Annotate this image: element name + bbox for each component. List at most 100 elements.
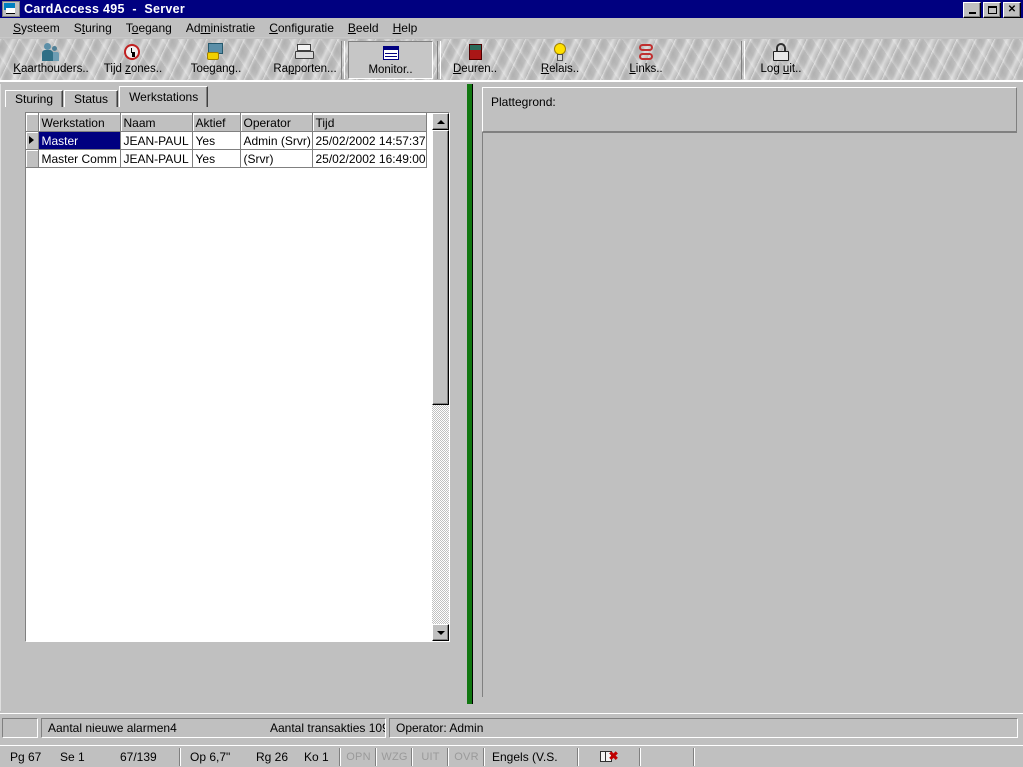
page-of-total: 67/139: [120, 749, 157, 764]
toolbar-button-links[interactable]: Links..: [614, 41, 678, 79]
splitter-bar[interactable]: [467, 84, 473, 704]
workstations-grid[interactable]: Werkstation Naam Aktief Operator Tijd Master J…: [25, 112, 450, 642]
spellcheck-book-icon: ✖: [599, 750, 620, 764]
mode-wzg[interactable]: WZG: [378, 747, 412, 766]
tab-label: Werkstations: [129, 90, 199, 104]
status-blank-segment: [642, 747, 694, 766]
cell-tijd[interactable]: 25/02/2002 16:49:00: [312, 149, 427, 168]
toolbar-button-label: Toegang..: [190, 63, 242, 75]
row-selector[interactable]: [26, 149, 39, 168]
plattegrond-label: Plattegrond:: [491, 95, 556, 109]
page-number: Pg 67: [10, 749, 42, 764]
window-controls: ✕: [963, 2, 1021, 18]
tab-werkstations[interactable]: Werkstations: [119, 86, 209, 107]
column-header-werkstation[interactable]: Werkstation: [38, 113, 121, 132]
table-row[interactable]: Master JEAN-PAUL Yes Admin (Srvr) 25/02/2002…: [26, 131, 427, 150]
cell-naam[interactable]: JEAN-PAUL: [120, 131, 193, 150]
language-indicator[interactable]: Engels (V.S.: [486, 747, 578, 766]
toolbar-button-label: Kaarthouders..: [13, 63, 89, 75]
toolbar-button-kaarthouders[interactable]: Kaarthouders..: [6, 41, 96, 79]
column-header-tijd[interactable]: Tijd: [312, 113, 427, 132]
vertical-position: Op 6,7": [190, 749, 231, 764]
menu-item-toegang[interactable]: Toegang: [119, 20, 179, 36]
menu-item-configuratie[interactable]: Configuratie: [262, 20, 341, 36]
key-icon: [205, 43, 227, 62]
page-navigation-group: Pg 67 Se 1 67/139: [0, 747, 180, 766]
toolbar-button-monitor[interactable]: Monitor..: [348, 41, 433, 79]
pane-splitter[interactable]: [466, 84, 474, 711]
menu-item-administratie[interactable]: Administratie: [179, 20, 262, 36]
toolbar-button-relais[interactable]: Relais..: [527, 41, 593, 79]
cell-tijd[interactable]: 25/02/2002 14:57:37: [312, 131, 427, 150]
title-bar: CardAccess 495 - Server ✕: [0, 0, 1023, 18]
cell-naam[interactable]: JEAN-PAUL: [120, 149, 193, 168]
document-status-bar: Pg 67 Se 1 67/139 Op 6,7" Rg 26 Ko 1 OPN…: [0, 745, 1023, 767]
tab-label: Status: [74, 92, 109, 106]
links-icon: [635, 43, 657, 62]
tab-strip: Sturing Status Werkstations: [5, 86, 209, 107]
workstations-table: Werkstation Naam Aktief Operator Tijd Master J…: [26, 113, 427, 168]
application-window: CardAccess 495 - Server ✕ Systeem Sturing…: [0, 0, 1023, 767]
printer-icon: [294, 43, 316, 62]
mode-ovr[interactable]: OVR: [450, 747, 484, 766]
scroll-down-icon[interactable]: [432, 624, 449, 641]
toolbar-button-label: Log uit..: [760, 63, 802, 75]
close-icon: ✕: [1007, 3, 1017, 15]
toolbar-button-label: Rapporten...: [273, 63, 337, 75]
column-header-operator[interactable]: Operator: [240, 113, 313, 132]
close-button[interactable]: ✕: [1003, 2, 1021, 18]
scroll-up-icon[interactable]: [432, 113, 449, 130]
menu-bar: Systeem Sturing Toegang Administratie Config…: [0, 18, 1023, 38]
operator-label: Operator: Admin: [396, 720, 484, 735]
mode-uit[interactable]: UIT: [414, 747, 448, 766]
grid-corner-header: [26, 113, 39, 132]
toolbar-button-deuren[interactable]: Deuren..: [440, 41, 510, 79]
toolbar-button-label: Relais..: [540, 63, 580, 75]
clock-icon: [122, 43, 144, 62]
plattegrond-canvas[interactable]: [482, 132, 1017, 697]
status-panel-blank: [2, 717, 38, 738]
grid-vertical-scrollbar[interactable]: [432, 113, 449, 641]
status-panel-counts: Aantal nieuwe alarmen4 Aantal transaktie…: [41, 717, 386, 738]
door-icon: [464, 43, 486, 62]
toolbar-button-toegang[interactable]: Toegang..: [178, 41, 254, 79]
cell-werkstation[interactable]: Master Comm: [38, 149, 121, 168]
cell-operator[interactable]: (Srvr): [240, 149, 313, 168]
cell-werkstation[interactable]: Master: [38, 131, 121, 150]
tab-status[interactable]: Status: [64, 90, 119, 107]
cell-operator[interactable]: Admin (Srvr): [240, 131, 313, 150]
menu-item-beeld[interactable]: Beeld: [341, 20, 386, 36]
plattegrond-group: Plattegrond:: [482, 87, 1017, 132]
menu-item-help[interactable]: Help: [386, 20, 425, 36]
menu-item-sturing[interactable]: Sturing: [67, 20, 119, 36]
column-header-aktief[interactable]: Aktief: [192, 113, 241, 132]
tab-sturing[interactable]: Sturing: [5, 90, 64, 107]
toolbar-button-label: Tijd zones..: [103, 63, 163, 75]
menu-item-systeem[interactable]: Systeem: [6, 20, 67, 36]
scrollbar-thumb[interactable]: [432, 130, 449, 405]
bulb-icon: [549, 43, 571, 62]
row-selector[interactable]: [26, 131, 39, 150]
toolbar-button-rapporten[interactable]: Rapporten...: [264, 41, 346, 79]
status-fill-segment: [696, 748, 1021, 766]
toolbar-button-label: Links..: [629, 63, 663, 75]
mode-opn[interactable]: OPN: [342, 747, 376, 766]
window-title: CardAccess 495 - Server: [24, 2, 186, 16]
lock-icon: [770, 43, 792, 62]
table-row[interactable]: Master Comm JEAN-PAUL Yes (Srvr) 25/02/2002 …: [26, 149, 427, 168]
left-pane: Sturing Status Werkstations Werkstation Naa…: [0, 84, 467, 711]
maximize-restore-button[interactable]: [983, 2, 1001, 18]
minimize-button[interactable]: [963, 2, 981, 18]
transaction-count-label: Aantal transakties 109: [270, 720, 386, 735]
column-header-naam[interactable]: Naam: [120, 113, 193, 132]
column-number: Ko 1: [304, 749, 329, 764]
cell-aktief[interactable]: Yes: [192, 149, 241, 168]
spellcheck-icon[interactable]: ✖: [580, 747, 640, 766]
toolbar-button-loguit[interactable]: Log uit..: [750, 41, 812, 79]
line-number: Rg 26: [256, 749, 289, 764]
app-icon: [2, 1, 20, 17]
toolbar-button-tijdzones[interactable]: Tijd zones..: [96, 41, 170, 79]
right-pane: Plattegrond:: [475, 84, 1023, 711]
cell-aktief[interactable]: Yes: [192, 131, 241, 150]
current-row-arrow-icon: [29, 136, 34, 144]
